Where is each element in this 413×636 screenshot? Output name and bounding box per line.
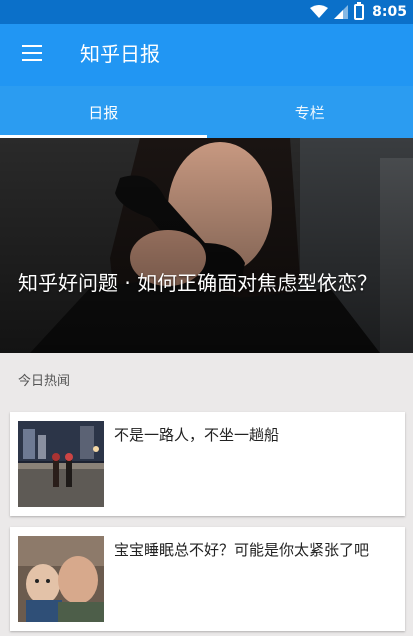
story-card[interactable]: 不是一路人，不坐一趟船 (10, 412, 405, 516)
status-icons: 8 8:05 (310, 0, 407, 24)
hero-image (0, 138, 413, 353)
hero-story[interactable]: 知乎好问题 · 如何正确面对焦虑型依恋？ (0, 138, 413, 353)
menu-icon[interactable] (22, 45, 42, 63)
story-title: 宝宝睡眠总不好？可能是你太紧张了吧 (114, 541, 370, 559)
signal-icon (334, 5, 349, 19)
app-title: 知乎日报 (80, 42, 160, 66)
tab-bar: 日报 专栏 (0, 86, 413, 138)
status-bar: 8 8:05 (0, 0, 413, 24)
tab-daily[interactable]: 日报 (0, 86, 207, 138)
hero-title: 知乎好问题 · 如何正确面对焦虑型依恋？ (18, 271, 378, 295)
story-thumbnail (18, 421, 104, 507)
section-label: 今日热闻 (18, 374, 71, 389)
battery-icon: 8 (354, 2, 365, 20)
story-thumbnail (18, 536, 104, 622)
tab-columns[interactable]: 专栏 (207, 86, 413, 138)
app-bar: 知乎日报 (0, 24, 413, 86)
battery-level: 8 (356, 7, 363, 17)
wifi-icon (310, 5, 329, 18)
status-time: 8:05 (372, 4, 407, 20)
tab-daily-label: 日报 (88, 103, 119, 122)
story-card[interactable]: 宝宝睡眠总不好？可能是你太紧张了吧 (10, 527, 405, 631)
tab-columns-label: 专栏 (294, 103, 325, 122)
story-title: 不是一路人，不坐一趟船 (114, 426, 280, 444)
